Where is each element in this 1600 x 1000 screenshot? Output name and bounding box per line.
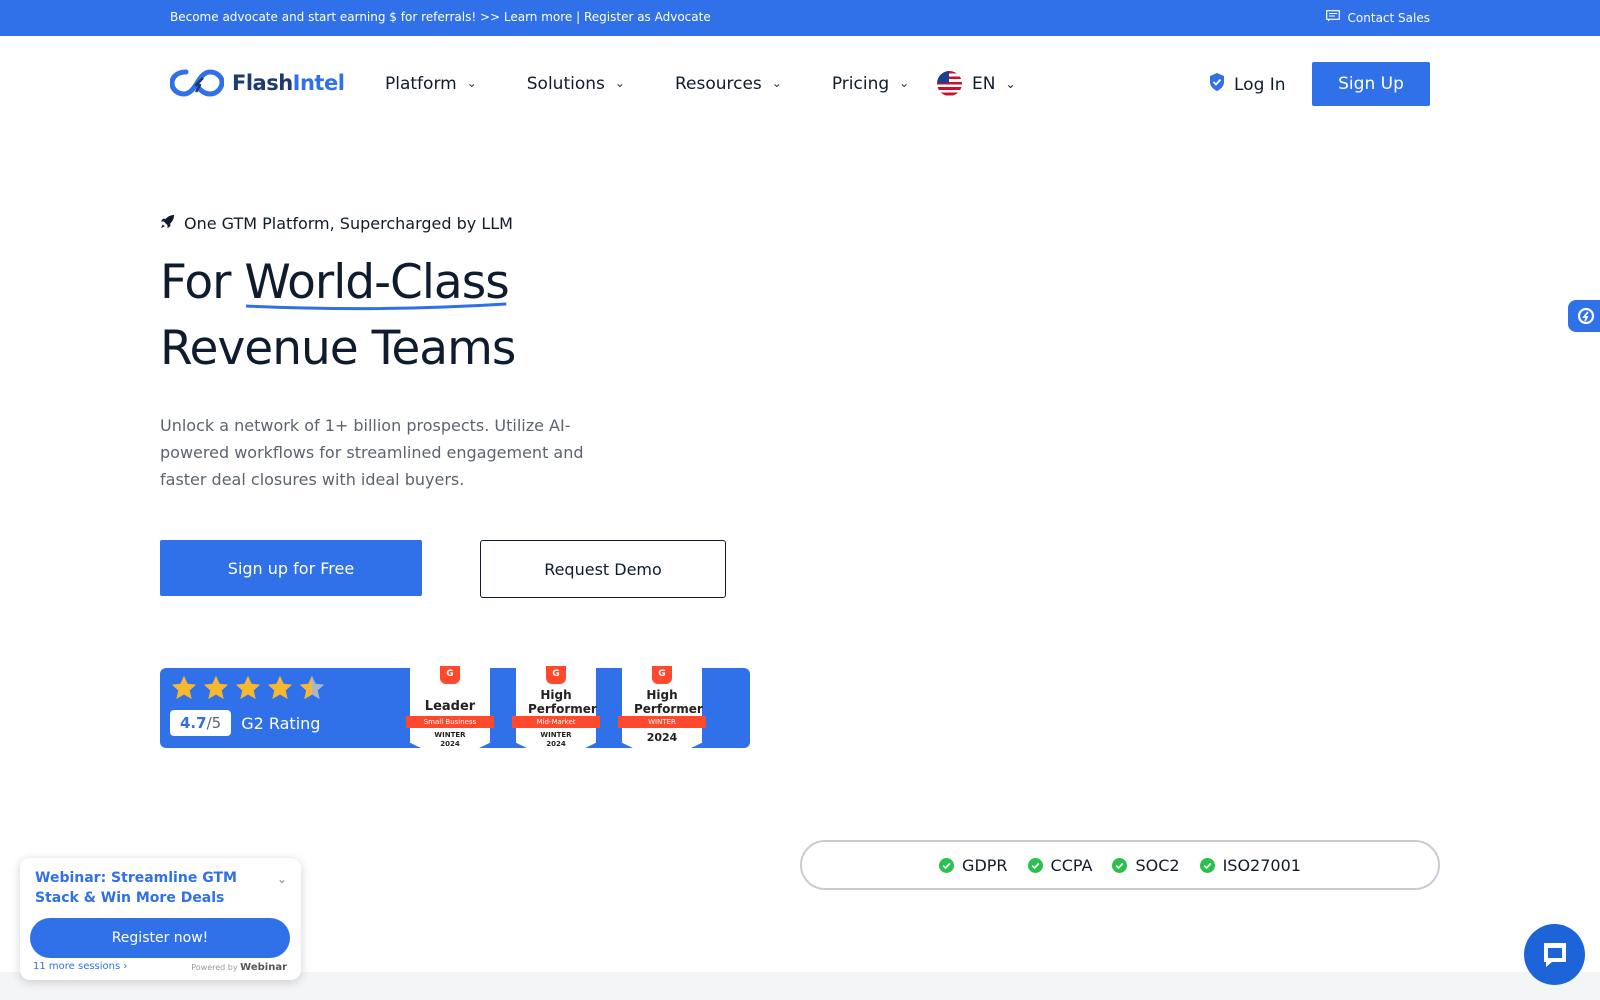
side-widget-tab[interactable]: [1568, 300, 1600, 332]
register-now-button[interactable]: Register now!: [30, 918, 290, 958]
signup-free-button[interactable]: Sign up for Free: [160, 540, 422, 596]
badge-title: High Performer: [634, 688, 703, 716]
nav-item-label: Solutions: [526, 74, 605, 94]
headline-prefix: For: [160, 255, 245, 310]
flashintel-mini-logo-icon: [1577, 307, 1595, 325]
compliance-iso27001: ISO27001: [1199, 855, 1301, 875]
login-link[interactable]: Log In: [1209, 73, 1286, 96]
chat-icon: [1543, 942, 1566, 967]
chevron-down-icon: ⌄: [1005, 76, 1016, 91]
compliance-gdpr: GDPR: [939, 855, 1008, 875]
webinar-widget: Webinar: Streamline GTM Stack & Win More…: [20, 858, 301, 980]
rating-score: 4.7/5 G2 Rating: [170, 710, 320, 736]
badge-title: Leader: [424, 699, 476, 714]
logo-wordmark: FlashIntel: [232, 71, 345, 95]
nav-item-label: Platform: [385, 74, 457, 94]
g2-logo-icon: G: [652, 666, 672, 684]
check-circle-icon: [1027, 857, 1043, 873]
contact-sales-link[interactable]: Contact Sales: [1325, 10, 1430, 25]
star-icon: [235, 675, 261, 700]
badge-season: WINTER: [434, 731, 466, 739]
compliance-badges: GDPR CCPA SOC2 ISO27001: [800, 840, 1440, 890]
compliance-label: GDPR: [962, 855, 1008, 875]
hero-description: Unlock a network of 1+ billion prospects…: [160, 416, 584, 489]
nav-item-platform[interactable]: Platform ⌄: [385, 74, 477, 94]
hero-headline: For World-Class Revenue Teams: [160, 250, 516, 382]
rating-label: G2 Rating: [241, 713, 321, 733]
star-icon: [171, 675, 197, 700]
g2-logo-icon: G: [546, 666, 566, 684]
badge-year: 2024: [546, 740, 566, 748]
flashintel-logo[interactable]: FlashIntel: [169, 64, 345, 102]
badge-year: 2024: [440, 740, 460, 748]
star-icon: [203, 675, 229, 700]
chat-bubble-icon: [1325, 10, 1340, 25]
language-selector[interactable]: EN ⌄: [937, 71, 1016, 96]
badge-segment: Mid-Market: [512, 716, 600, 728]
nav-item-solutions[interactable]: Solutions ⌄: [527, 74, 625, 94]
g2-badge-high-performer: G High Performer WINTER 2024: [618, 666, 706, 762]
tagline-text: One GTM Platform, Supercharged by LLM: [184, 214, 513, 233]
check-circle-icon: [1199, 857, 1215, 873]
nav-item-label: Resources: [674, 74, 762, 94]
compliance-ccpa: CCPA: [1027, 855, 1093, 875]
request-demo-button[interactable]: Request Demo: [480, 540, 726, 598]
compliance-label: ISO27001: [1222, 855, 1301, 875]
g2-logo-icon: G: [440, 666, 460, 684]
language-label: EN: [972, 73, 996, 94]
badge-segment: Small Business: [406, 716, 494, 728]
shield-check-icon: [1209, 73, 1225, 96]
badge-title: High Performer: [528, 688, 597, 716]
powered-by-webinar: Powered by Webinar: [191, 962, 287, 973]
chevron-down-icon: ⌄: [614, 76, 625, 90]
promo-bar: Become advocate and start earning $ for …: [0, 0, 1600, 36]
check-circle-icon: [939, 857, 955, 873]
headline-underlined: World-Class: [244, 255, 510, 311]
badge-season: WINTER: [540, 731, 572, 739]
g2-badge-leader: G Leader Small Business WINTER 2024: [406, 666, 494, 762]
chevron-down-icon: ⌄: [771, 76, 782, 90]
chevron-down-icon: ⌄: [466, 76, 477, 90]
nav-item-label: Pricing: [831, 74, 890, 94]
compliance-soc2: SOC2: [1112, 855, 1180, 875]
compliance-label: SOC2: [1135, 855, 1180, 875]
more-sessions-link[interactable]: 11 more sessions ›: [33, 961, 127, 972]
infinity-logo-icon: [169, 64, 225, 102]
star-icon: [267, 675, 293, 700]
rating-value: 4.7/5: [170, 710, 232, 736]
nav-menu: Platform ⌄ Solutions ⌄ Resources ⌄ Prici…: [385, 74, 909, 94]
badge-segment: WINTER: [618, 716, 706, 728]
star-rating: [170, 674, 326, 702]
login-label: Log In: [1234, 74, 1286, 95]
g2-badge-high-performer-mid: G High Performer Mid-Market WINTER 2024: [512, 666, 600, 762]
contact-sales-label: Contact Sales: [1347, 10, 1430, 25]
webinar-title[interactable]: Webinar: Streamline GTM Stack & Win More…: [35, 868, 265, 908]
compliance-label: CCPA: [1050, 855, 1093, 875]
advocate-promo-link[interactable]: Become advocate and start earning $ for …: [170, 10, 711, 24]
us-flag-icon: [937, 71, 962, 96]
main-nav: FlashIntel Platform ⌄ Solutions ⌄ Resour…: [0, 36, 1600, 132]
nav-item-pricing[interactable]: Pricing ⌄: [832, 74, 909, 94]
headline-line2: Revenue Teams: [160, 321, 516, 376]
rocket-icon: [160, 214, 175, 233]
g2-rating-banner[interactable]: 4.7/5 G2 Rating G Leader Small Business …: [160, 666, 750, 762]
badge-year: 2024: [646, 731, 678, 744]
chat-launcher-button[interactable]: [1524, 924, 1585, 985]
chevron-down-icon: ⌄: [899, 76, 910, 90]
signup-button[interactable]: Sign Up: [1312, 62, 1430, 106]
half-star-icon: [299, 675, 325, 700]
chevron-down-icon[interactable]: ⌄: [277, 872, 287, 886]
check-circle-icon: [1112, 857, 1128, 873]
hero-tagline: One GTM Platform, Supercharged by LLM: [160, 214, 513, 233]
nav-item-resources[interactable]: Resources ⌄: [675, 74, 782, 94]
